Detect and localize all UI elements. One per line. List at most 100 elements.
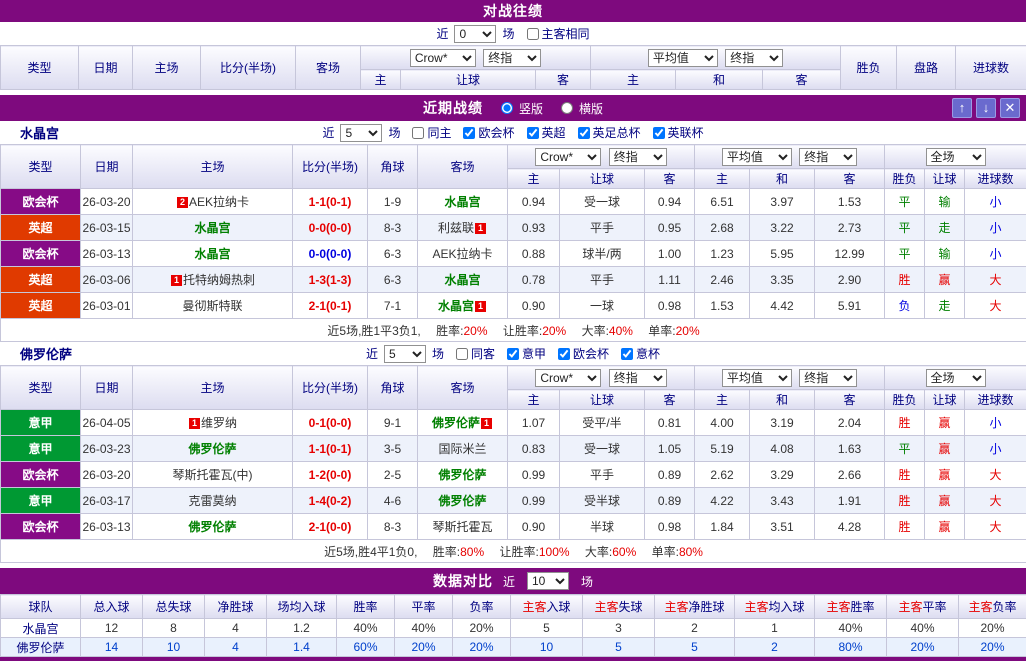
home-team-cell[interactable]: 琴斯托霍瓦(中) <box>133 462 293 488</box>
filter-label: 欧会杯 <box>478 124 514 141</box>
score-cell[interactable]: 0-0(0-0) <box>293 215 368 241</box>
score-cell[interactable]: 1-4(0-2) <box>293 488 368 514</box>
final-odds-select[interactable]: 终指 <box>609 369 667 387</box>
away-team-cell[interactable]: AEK拉纳卡 <box>418 241 508 267</box>
cp-match-count-select[interactable]: 5 <box>340 124 382 142</box>
home-team-cell[interactable]: 水晶宫 <box>133 215 293 241</box>
away-team-cell[interactable]: 水晶宫1 <box>418 293 508 319</box>
cmp-row-fiorentina: 佛罗伦萨 14 10 4 1.4 60% 20% 20% 10 5 5 2 80… <box>1 638 1026 657</box>
score-cell[interactable]: 0-0(0-0) <box>293 241 368 267</box>
away-team-cell[interactable]: 佛罗伦萨 <box>418 462 508 488</box>
fi-uecl-option[interactable]: 欧会杯 <box>550 345 609 362</box>
fi-seriea-checkbox[interactable] <box>507 348 519 360</box>
score-cell[interactable]: 0-1(0-0) <box>293 410 368 436</box>
league-cell: 意甲 <box>1 410 81 436</box>
average-select[interactable]: 平均值 <box>722 148 792 166</box>
horizontal-layout-radio[interactable] <box>561 102 573 114</box>
away-team-cell[interactable]: 佛罗伦萨1 <box>418 410 508 436</box>
games-label: 场 <box>502 25 514 42</box>
handicap-result-cell: 赢 <box>925 267 965 293</box>
stat-cell: 3 <box>583 619 655 638</box>
filter-label: 同主 <box>427 124 451 141</box>
col-goals: 进球数 <box>956 46 1026 90</box>
col-odds-home: 主 <box>508 390 560 410</box>
away-team-cell[interactable]: 水晶宫 <box>418 189 508 215</box>
cp-epl-option[interactable]: 英超 <box>519 124 566 141</box>
home-team-cell[interactable]: 1托特纳姆热刺 <box>133 267 293 293</box>
cp-same-home-checkbox[interactable] <box>412 127 424 139</box>
score-cell[interactable]: 1-2(0-0) <box>293 462 368 488</box>
score-cell[interactable]: 2-1(0-1) <box>293 293 368 319</box>
cp-eflcup-checkbox[interactable] <box>653 127 665 139</box>
cp-facup-checkbox[interactable] <box>578 127 590 139</box>
average-select[interactable]: 平均值 <box>722 369 792 387</box>
home-team-cell[interactable]: 佛罗伦萨 <box>133 514 293 540</box>
vertical-layout-option[interactable]: 竖版 <box>493 100 543 117</box>
cmp-col-ha-goals-for: 主客入球 <box>511 595 583 619</box>
scope-select[interactable]: 全场 <box>926 369 986 387</box>
score-cell[interactable]: 2-1(0-0) <box>293 514 368 540</box>
bookmaker-select[interactable]: Crow* <box>410 49 476 67</box>
away-team-cell[interactable]: 水晶宫 <box>418 267 508 293</box>
cmp-col-goals-for: 总入球 <box>81 595 143 619</box>
away-team-cell[interactable]: 利兹联1 <box>418 215 508 241</box>
away-team-cell[interactable]: 国际米兰 <box>418 436 508 462</box>
home-team-link: AEK拉纳卡 <box>189 195 249 209</box>
team-name-cell[interactable]: 佛罗伦萨 <box>1 638 81 657</box>
cp-same-home-option[interactable]: 同主 <box>404 124 451 141</box>
average-select[interactable]: 平均值 <box>648 49 718 67</box>
avg-away-cell: 5.91 <box>815 293 885 319</box>
odds-away-cell: 1.11 <box>645 267 695 293</box>
comparison-count-select[interactable]: 10 <box>527 572 569 590</box>
fi-same-away-option[interactable]: 同客 <box>448 345 495 362</box>
away-team-cell[interactable]: 琴斯托霍瓦 <box>418 514 508 540</box>
score-cell[interactable]: 1-3(1-3) <box>293 267 368 293</box>
final-odds-select-2[interactable]: 终指 <box>799 369 857 387</box>
final-odds-select[interactable]: 终指 <box>609 148 667 166</box>
fi-coppa-option[interactable]: 意杯 <box>613 345 660 362</box>
cp-facup-option[interactable]: 英足总杯 <box>570 124 641 141</box>
team-name-cell[interactable]: 水晶宫 <box>1 619 81 638</box>
near-label: 近 <box>503 573 515 590</box>
scroll-down-button[interactable]: ↓ <box>976 98 996 118</box>
col-odds-away: 客 <box>536 70 591 90</box>
cp-uecl-option[interactable]: 欧会杯 <box>455 124 514 141</box>
date-cell: 26-03-01 <box>81 293 133 319</box>
bookmaker-select[interactable]: Crow* <box>535 369 601 387</box>
stat-cell: 4 <box>205 638 267 657</box>
home-team-cell[interactable]: 水晶宫 <box>133 241 293 267</box>
final-odds-select[interactable]: 终指 <box>483 49 541 67</box>
same-homeaway-checkbox[interactable] <box>527 28 539 40</box>
final-odds-select-2[interactable]: 终指 <box>725 49 783 67</box>
close-button[interactable]: ✕ <box>1000 98 1020 118</box>
home-team-cell[interactable]: 克雷莫纳 <box>133 488 293 514</box>
fi-seriea-option[interactable]: 意甲 <box>499 345 546 362</box>
home-team-cell[interactable]: 2AEK拉纳卡 <box>133 189 293 215</box>
fi-coppa-checkbox[interactable] <box>621 348 633 360</box>
fiorentina-team-name[interactable]: 佛罗伦萨 <box>20 344 72 363</box>
filter-label: 英联杯 <box>668 124 704 141</box>
home-team-cell[interactable]: 1维罗纳 <box>133 410 293 436</box>
score-cell[interactable]: 1-1(0-1) <box>293 436 368 462</box>
cmp-col-goals-against: 总失球 <box>143 595 205 619</box>
score-cell[interactable]: 1-1(0-1) <box>293 189 368 215</box>
home-team-cell[interactable]: 佛罗伦萨 <box>133 436 293 462</box>
vertical-layout-radio[interactable] <box>501 102 513 114</box>
crystal-palace-team-name[interactable]: 水晶宫 <box>20 123 59 142</box>
same-homeaway-option[interactable]: 主客相同 <box>519 25 590 42</box>
bookmaker-select[interactable]: Crow* <box>535 148 601 166</box>
home-team-cell[interactable]: 曼彻斯特联 <box>133 293 293 319</box>
fi-same-away-checkbox[interactable] <box>456 348 468 360</box>
final-odds-select-2[interactable]: 终指 <box>799 148 857 166</box>
cp-eflcup-option[interactable]: 英联杯 <box>645 124 704 141</box>
horizontal-layout-option[interactable]: 横版 <box>553 100 603 117</box>
cp-epl-checkbox[interactable] <box>527 127 539 139</box>
h2h-match-count-select[interactable]: 0 <box>454 25 496 43</box>
scroll-up-button[interactable]: ↑ <box>952 98 972 118</box>
cp-uecl-checkbox[interactable] <box>463 127 475 139</box>
fi-match-count-select[interactable]: 5 <box>384 345 426 363</box>
away-team-cell[interactable]: 佛罗伦萨 <box>418 488 508 514</box>
scope-select[interactable]: 全场 <box>926 148 986 166</box>
avg-draw-cell: 3.35 <box>750 267 815 293</box>
fi-uecl-checkbox[interactable] <box>558 348 570 360</box>
